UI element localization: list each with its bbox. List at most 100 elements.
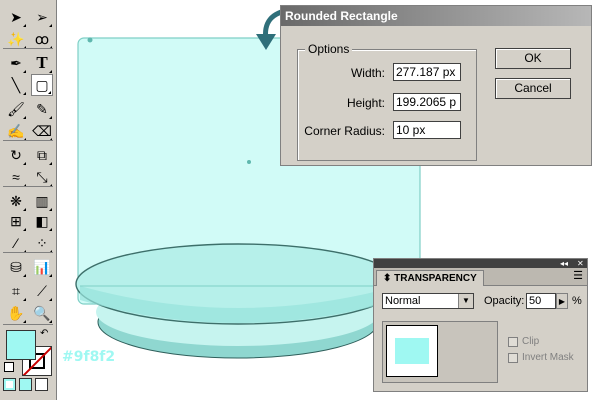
paintbrush-icon[interactable]: 🖌 (5, 98, 27, 120)
panel-tab-row: ⬍ TRANSPARENCY ☰ (374, 268, 587, 286)
center-point (247, 160, 251, 164)
swap-colors-icon[interactable]: ↶ (40, 328, 48, 339)
tool-flyout-indicator (23, 228, 26, 231)
tool-row: ⁄ ⁘ (3, 232, 55, 254)
mask-thumbnail-area (382, 321, 498, 383)
clip-label: Clip (522, 336, 540, 347)
tool-row: ✍ ⌫ (3, 120, 55, 142)
pen-icon[interactable]: ✒ (5, 52, 27, 74)
column-graph-icon[interactable]: ▥ (31, 190, 53, 212)
toolbox-separator (3, 324, 53, 325)
height-input[interactable]: 199.2065 p (393, 93, 461, 111)
invert-mask-label: Invert Mask (522, 352, 574, 363)
blend-icon[interactable]: ⁘ (31, 232, 53, 254)
line-segment-icon[interactable]: ╲ (5, 74, 27, 96)
panel-title-bar[interactable]: ◂◂ ✕ (374, 259, 587, 268)
tool-flyout-indicator (23, 24, 26, 27)
tab-arrows-icon: ⬍ (383, 273, 392, 284)
mesh-icon[interactable]: ⊞ (5, 210, 27, 232)
tool-flyout-indicator (49, 298, 52, 301)
eraser-icon[interactable]: ⌫ (31, 120, 53, 142)
tab-transparency[interactable]: ⬍ TRANSPARENCY (376, 270, 484, 286)
anchor-point[interactable] (87, 37, 93, 43)
toolbox-separator (3, 186, 53, 187)
tool-flyout-indicator (23, 298, 26, 301)
hand-icon[interactable]: ✋ (5, 302, 27, 324)
tool-row: ⊞ ◧ (3, 210, 55, 232)
lasso-icon[interactable]: ꝏ (31, 28, 53, 50)
gradient-mode-icon[interactable] (19, 378, 32, 391)
chevron-down-icon[interactable]: ▼ (458, 294, 473, 308)
artboard-icon[interactable]: ⌗ (5, 280, 27, 302)
gradient-icon[interactable]: ◧ (31, 210, 53, 232)
opacity-slider-arrow-icon[interactable]: ▶ (556, 293, 568, 309)
blend-mode-select[interactable]: Normal ▼ (382, 293, 474, 309)
tool-row: ✨ ꝏ (3, 28, 55, 50)
fill-color-swatch[interactable] (6, 330, 36, 360)
selection-arrow-icon[interactable]: ➤ (5, 6, 27, 28)
default-colors-icon[interactable] (4, 362, 14, 372)
tab-transparency-label: TRANSPARENCY (394, 273, 477, 284)
thumbnail-fill (395, 338, 429, 364)
none-mode-icon[interactable] (35, 378, 48, 391)
free-transform-icon[interactable]: ⤡ (31, 166, 53, 188)
dialog-title[interactable]: Rounded Rectangle (281, 6, 591, 26)
tool-flyout-indicator (49, 228, 52, 231)
magic-wand-icon[interactable]: ✨ (5, 28, 27, 50)
rotate-icon[interactable]: ↻ (5, 144, 27, 166)
object-thumbnail[interactable] (386, 325, 438, 377)
bar-graph-icon[interactable]: 📊 (31, 256, 53, 278)
width-input[interactable]: 277.187 px (393, 63, 461, 81)
fill-mode-row (3, 378, 53, 394)
options-label: Options (305, 42, 353, 56)
opacity-label: Opacity: (484, 295, 525, 307)
tool-row: ✒ T (3, 52, 55, 74)
opacity-input[interactable]: 50 (526, 293, 556, 309)
type-icon[interactable]: T (31, 52, 53, 74)
tool-flyout-indicator (49, 320, 52, 323)
invert-mask-checkbox[interactable] (508, 353, 518, 363)
tool-flyout-indicator (23, 162, 26, 165)
collapse-icon[interactable]: ◂◂ (560, 259, 568, 268)
tool-row: 🖌 ✎ (3, 98, 55, 120)
corner-radius-input[interactable]: 10 px (393, 121, 461, 139)
tool-row: ➤ ➢ (3, 6, 55, 28)
panel-menu-icon[interactable]: ☰ (573, 269, 583, 282)
clip-checkbox[interactable] (508, 337, 518, 347)
symbol-sprayer-icon[interactable]: ❋ (5, 190, 27, 212)
opacity-unit: % (572, 295, 582, 307)
color-mode-icon[interactable] (3, 378, 16, 391)
blend-mode-value: Normal (385, 295, 421, 307)
eyedropper-icon[interactable]: ⁄ (5, 232, 27, 254)
slice-icon[interactable]: ⟋ (31, 280, 53, 302)
close-icon[interactable]: ✕ (577, 259, 584, 268)
tool-row: ≈ ⤡ (3, 166, 55, 188)
warp-icon[interactable]: ≈ (5, 166, 27, 188)
transparency-panel: ◂◂ ✕ ⬍ TRANSPARENCY ☰ Normal ▼ Opacity: … (373, 258, 588, 392)
rounded-rectangle-icon[interactable]: ▢ (31, 74, 53, 96)
live-paint-icon[interactable]: ⛁ (5, 256, 27, 278)
toolbox-separator (3, 252, 53, 253)
tool-flyout-indicator (23, 92, 26, 95)
zoom-icon[interactable]: 🔍 (31, 302, 53, 324)
height-label: Height: (346, 96, 385, 110)
tool-flyout-indicator (48, 91, 51, 94)
rounded-rectangle-dialog: Rounded Rectangle Options Width: 277.187… (280, 5, 592, 166)
tool-flyout-indicator (49, 24, 52, 27)
direct-selection-icon[interactable]: ➢ (31, 6, 53, 28)
tool-flyout-indicator (23, 320, 26, 323)
tool-flyout-indicator (23, 274, 26, 277)
scale-icon[interactable]: ⧉ (31, 144, 53, 166)
ok-button[interactable]: OK (495, 48, 571, 69)
tool-flyout-indicator (49, 274, 52, 277)
blob-brush-icon[interactable]: ✍ (5, 120, 27, 142)
toolbox-separator (3, 48, 53, 49)
tool-row: ↻ ⧉ (3, 144, 55, 166)
hex-color-label: #9f8f2 (62, 349, 116, 365)
cancel-button[interactable]: Cancel (495, 78, 571, 99)
pencil-icon[interactable]: ✎ (31, 98, 53, 120)
tool-row: ⛁ 📊 (3, 256, 55, 278)
tool-flyout-indicator (49, 116, 52, 119)
tool-flyout-indicator (49, 162, 52, 165)
tool-flyout-indicator (23, 70, 26, 73)
